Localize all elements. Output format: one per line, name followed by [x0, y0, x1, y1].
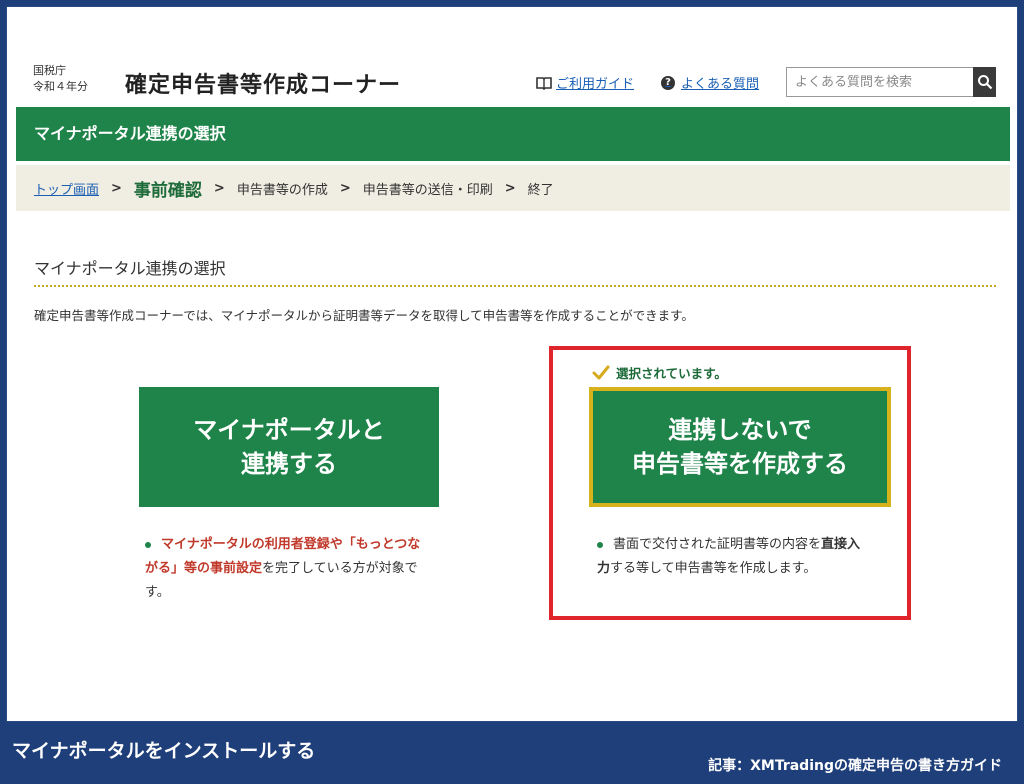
- breadcrumb-separator: >: [504, 180, 516, 196]
- link-mynaportal-line2: 連携する: [241, 450, 337, 478]
- bullet-icon: [597, 541, 603, 548]
- selected-label: 選択されています。: [616, 366, 727, 381]
- check-icon: [592, 365, 610, 379]
- no-link-line1: 連携しないで: [668, 416, 812, 444]
- breadcrumb-top[interactable]: トップ画面: [34, 179, 99, 198]
- breadcrumb-current: 事前確認: [133, 180, 202, 201]
- faq-search: [786, 67, 996, 97]
- caption-left: マイナポータルをインストールする: [12, 740, 316, 762]
- page-heading-bar: マイナポータル連携の選択: [16, 107, 1010, 161]
- browser-frame: 国税庁 令和４年分 確定申告書等作成コーナー ご利用ガイド ? よくある質問 よ…: [6, 6, 1018, 722]
- no-link-create-button[interactable]: 連携しないで 申告書等を作成する: [589, 387, 891, 507]
- tax-year: 令和４年分: [33, 80, 88, 93]
- app-title: 確定申告書等作成コーナー: [125, 73, 402, 98]
- option2-note-post: する等して申告書等を作成します。: [610, 561, 817, 576]
- breadcrumb-separator: >: [111, 180, 122, 196]
- breadcrumb-step-send: 申告書等の送信・印刷: [362, 182, 493, 198]
- option2-note: 書面で交付された証明書等の内容を直接入力する等して申告書等を作成します。: [597, 533, 867, 581]
- section-title: マイナポータル連携の選択: [34, 259, 226, 278]
- book-icon: [536, 76, 552, 90]
- breadcrumb-separator: >: [213, 180, 225, 196]
- search-button[interactable]: [973, 67, 996, 97]
- faq-link[interactable]: ? よくある質問: [661, 73, 759, 92]
- link-mynaportal-line1: マイナポータルと: [193, 416, 385, 444]
- option2-note-pre: 書面で交付された証明書等の内容を: [613, 537, 822, 552]
- site-header: 国税庁 令和４年分 確定申告書等作成コーナー ご利用ガイド ? よくある質問: [7, 7, 1017, 113]
- section-divider: [34, 285, 996, 287]
- caption-right: 記事：XMTradingの確定申告の書き方ガイド: [708, 758, 1002, 774]
- breadcrumb-step-create: 申告書等の作成: [236, 182, 328, 198]
- selected-indicator: 選択されています。: [592, 363, 727, 382]
- agency-label: 国税庁 令和４年分: [33, 63, 88, 95]
- guide-link-label[interactable]: ご利用ガイド: [556, 73, 634, 92]
- option1-note: マイナポータルの利用者登録や「もっとつながる」等の事前設定を完了している方が対象…: [145, 533, 425, 605]
- guide-link[interactable]: ご利用ガイド: [536, 73, 634, 92]
- faq-link-label[interactable]: よくある質問: [681, 73, 759, 92]
- agency-name: 国税庁: [33, 64, 66, 77]
- breadcrumb-step-end: 終了: [527, 182, 554, 198]
- breadcrumb-separator: >: [339, 180, 351, 196]
- breadcrumb: トップ画面 > 事前確認 > 申告書等の作成 > 申告書等の送信・印刷 > 終了: [16, 165, 1010, 211]
- section-description: 確定申告書等作成コーナーでは、マイナポータルから証明書等データを取得して申告書等…: [34, 308, 694, 323]
- link-mynaportal-button[interactable]: マイナポータルと 連携する: [139, 387, 439, 507]
- bullet-icon: [145, 541, 151, 548]
- search-input[interactable]: [786, 67, 973, 97]
- question-icon: ?: [661, 75, 675, 90]
- search-icon: [977, 75, 992, 90]
- no-link-line2: 申告書等を作成する: [632, 450, 848, 478]
